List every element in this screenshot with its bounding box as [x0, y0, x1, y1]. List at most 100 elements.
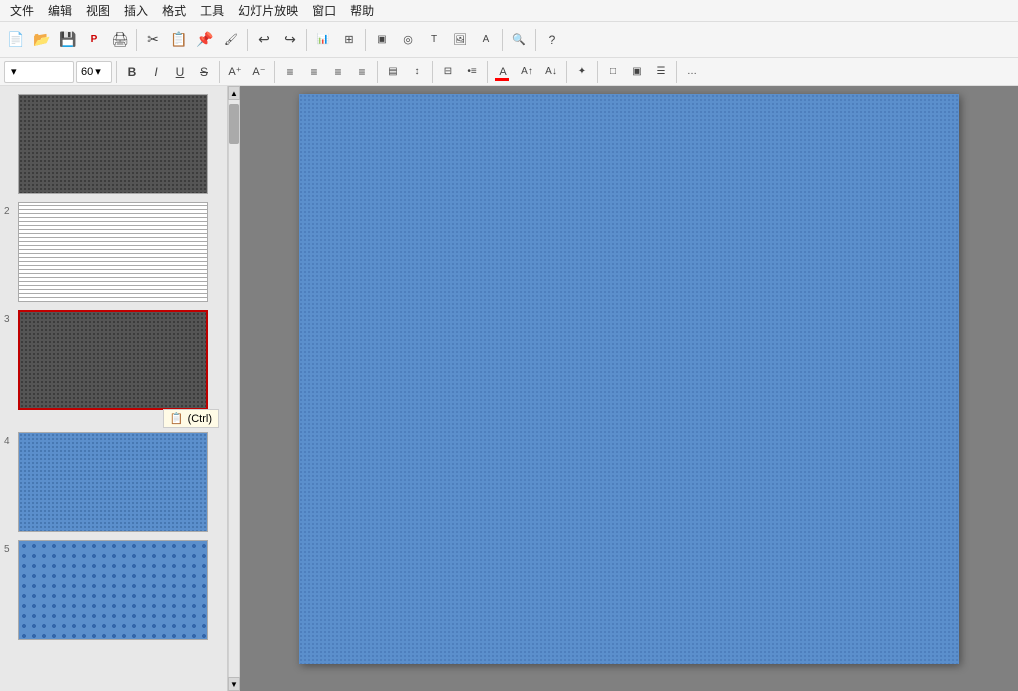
- slide-number-1: [4, 94, 14, 98]
- save-btn[interactable]: 💾: [56, 27, 80, 53]
- slide-number-5: 5: [4, 540, 14, 555]
- sep4: [365, 29, 366, 51]
- menu-item-slideshow[interactable]: 幻灯片放映: [232, 0, 304, 21]
- slide-thumb-4[interactable]: [18, 432, 208, 532]
- sep6: [535, 29, 536, 51]
- slide-pattern-4: [19, 433, 207, 531]
- main-area: 2 3 📋 (Ctrl) 4: [0, 86, 1018, 691]
- menu-item-insert[interactable]: 插入: [118, 0, 154, 21]
- align-right-btn[interactable]: ≡: [327, 61, 349, 83]
- slide-pattern-2: [19, 203, 207, 301]
- font-color-btn[interactable]: A: [492, 61, 514, 83]
- sep-fmt2: [219, 61, 220, 83]
- slide-thumb-2[interactable]: [18, 202, 208, 302]
- bullet-btn[interactable]: •≡: [461, 61, 483, 83]
- slide-number-3: 3: [4, 310, 14, 325]
- ppt-icon: P: [82, 27, 106, 53]
- sep-fmt4: [377, 61, 378, 83]
- scroll-up-btn[interactable]: ▲: [228, 86, 240, 100]
- slide-pattern-3: [20, 312, 206, 408]
- image-btn[interactable]: 🖼: [448, 27, 472, 53]
- scroll-track: [229, 100, 239, 677]
- font-size-value: 60: [81, 66, 93, 78]
- line-color-btn[interactable]: ☰: [650, 61, 672, 83]
- strikethrough-btn[interactable]: S: [193, 61, 215, 83]
- shape-btn[interactable]: ◎: [396, 27, 420, 53]
- ctrl-tooltip: 📋 (Ctrl): [163, 409, 219, 428]
- sep-fmt1: [116, 61, 117, 83]
- sep-fmt5: [432, 61, 433, 83]
- sep5: [502, 29, 503, 51]
- justify-btn[interactable]: ≡: [351, 61, 373, 83]
- sep3: [306, 29, 307, 51]
- slide-thumb-1[interactable]: [18, 94, 208, 194]
- slide-canvas[interactable]: [299, 94, 959, 664]
- copy-btn[interactable]: 📋: [167, 27, 191, 53]
- underline-btn[interactable]: U: [169, 61, 191, 83]
- more-format-btn[interactable]: …: [681, 61, 703, 83]
- list-btn[interactable]: ⊟: [437, 61, 459, 83]
- slide-thumb-wrapper-3: 3 📋 (Ctrl): [4, 310, 223, 410]
- font-name-dropdown[interactable]: ▾: [4, 61, 74, 83]
- sep-fmt8: [597, 61, 598, 83]
- slide-pattern-5: [19, 541, 207, 639]
- wordart-btn[interactable]: A: [474, 27, 498, 53]
- font-size-dropdown[interactable]: 60 ▾: [76, 61, 112, 83]
- menu-item-view[interactable]: 视图: [80, 0, 116, 21]
- scroll-thumb[interactable]: [229, 104, 239, 144]
- format-painter-btn[interactable]: 🖌: [219, 27, 243, 53]
- sep1: [136, 29, 137, 51]
- slide-number-4: 4: [4, 432, 14, 447]
- line-spacing-btn[interactable]: ↕: [406, 61, 428, 83]
- ctrl-tooltip-icon: 📋: [170, 412, 184, 425]
- textbox-btn[interactable]: T: [422, 27, 446, 53]
- slide-thumb-5[interactable]: [18, 540, 208, 640]
- fill-color-btn[interactable]: ▣: [626, 61, 648, 83]
- menu-item-tools[interactable]: 工具: [194, 0, 230, 21]
- cut-btn[interactable]: ✂: [141, 27, 165, 53]
- shape-textbox-btn[interactable]: ▣: [370, 27, 394, 53]
- increase-font-btn[interactable]: A↑: [516, 61, 538, 83]
- sep-fmt9: [676, 61, 677, 83]
- redo-btn[interactable]: ↪: [278, 27, 302, 53]
- decrease-font-btn[interactable]: A↓: [540, 61, 562, 83]
- italic-btn[interactable]: I: [145, 61, 167, 83]
- align-center-btn[interactable]: ≡: [303, 61, 325, 83]
- columns-btn[interactable]: ▤: [382, 61, 404, 83]
- menu-item-file[interactable]: 文件: [4, 0, 40, 21]
- sep2: [247, 29, 248, 51]
- font-name-arrow: ▾: [11, 65, 17, 78]
- format-bar: ▾ 60 ▾ B I U S A⁺ A⁻ ≡ ≡ ≡ ≡ ▤ ↕ ⊟ •≡ A …: [0, 58, 1018, 86]
- font-grow-btn[interactable]: A⁺: [224, 61, 246, 83]
- text-direction-btn[interactable]: ✦: [571, 61, 593, 83]
- font-size-arrow: ▾: [95, 65, 101, 78]
- slide-thumb-wrapper-4: 4: [4, 432, 223, 532]
- menu-item-window[interactable]: 窗口: [306, 0, 342, 21]
- menu-bar: 文件 编辑 视图 插入 格式 工具 幻灯片放映 窗口 帮助: [0, 0, 1018, 22]
- paste-btn[interactable]: 📌: [193, 27, 217, 53]
- align-left-btn[interactable]: ≡: [279, 61, 301, 83]
- help-btn[interactable]: ?: [540, 27, 564, 53]
- slide-thumb-3[interactable]: [18, 310, 208, 410]
- ctrl-tooltip-label: (Ctrl): [188, 413, 212, 425]
- canvas-area: [240, 86, 1018, 691]
- sep-fmt6: [487, 61, 488, 83]
- menu-item-help[interactable]: 帮助: [344, 0, 380, 21]
- zoom-btn[interactable]: 🔍: [507, 27, 531, 53]
- print-preview-btn[interactable]: 🖨: [108, 27, 132, 53]
- scroll-down-btn[interactable]: ▼: [228, 677, 240, 691]
- menu-item-format[interactable]: 格式: [156, 0, 192, 21]
- open-btn[interactable]: 📂: [30, 27, 54, 53]
- new-btn[interactable]: 📄: [4, 27, 28, 53]
- slide-panel: 2 3 📋 (Ctrl) 4: [0, 86, 228, 691]
- chart-btn[interactable]: 📊: [311, 27, 335, 53]
- font-shrink-btn[interactable]: A⁻: [248, 61, 270, 83]
- table-btn[interactable]: ⊞: [337, 27, 361, 53]
- draw-border-btn[interactable]: □: [602, 61, 624, 83]
- bold-btn[interactable]: B: [121, 61, 143, 83]
- toolbar: 📄 📂 💾 P 🖨 ✂ 📋 📌 🖌 ↩ ↪ 📊 ⊞ ▣ ◎ T 🖼 A 🔍 ?: [0, 22, 1018, 58]
- menu-item-edit[interactable]: 编辑: [42, 0, 78, 21]
- slide-pattern-1: [19, 95, 207, 193]
- panel-scrollbar[interactable]: ▲ ▼: [228, 86, 240, 691]
- undo-btn[interactable]: ↩: [252, 27, 276, 53]
